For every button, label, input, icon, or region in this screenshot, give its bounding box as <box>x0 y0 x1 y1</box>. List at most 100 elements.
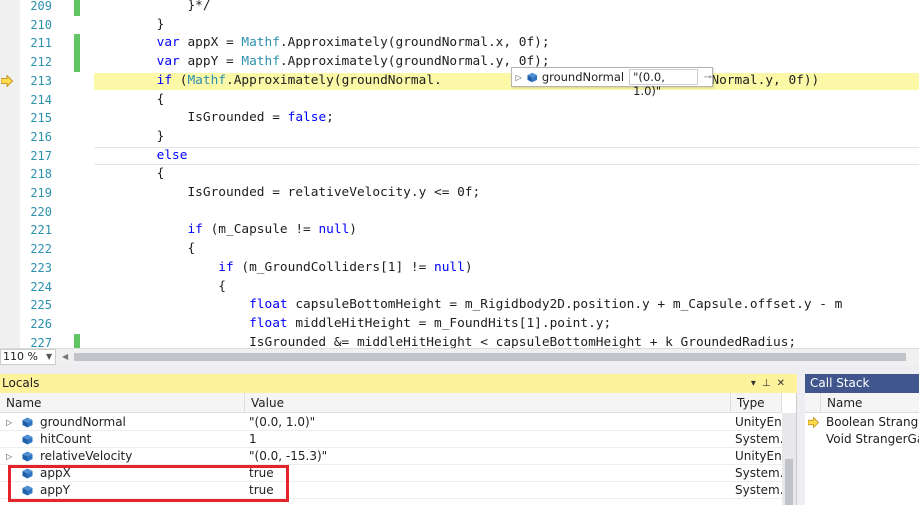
line-number: 217 <box>30 148 52 163</box>
code-token: IsGrounded = relativeVelocity.y <= 0f; <box>95 185 481 200</box>
local-value[interactable]: "(0.0, 1.0)" <box>249 414 727 431</box>
datatip[interactable]: ▷ groundNormal "(0.0, 1.0)" ⊸ <box>511 67 713 98</box>
code-text: else <box>95 147 188 166</box>
code-line[interactable]: 224 { <box>0 278 919 297</box>
pin-icon[interactable]: ⊸ <box>704 72 712 83</box>
local-type: System.Boolean <box>735 483 782 497</box>
code-line[interactable]: 216 } <box>0 128 919 147</box>
local-name: hitCount <box>40 432 92 446</box>
expand-arrow-icon[interactable]: ▷ <box>6 448 12 465</box>
code-token: float <box>95 297 288 313</box>
column-header-indicator <box>805 393 821 413</box>
local-value[interactable]: true <box>249 482 727 499</box>
splitter[interactable] <box>0 365 919 374</box>
close-icon[interactable]: ✕ <box>777 378 791 389</box>
code-line[interactable]: 218 { <box>0 165 919 184</box>
datatip-name: groundNormal <box>541 70 625 84</box>
line-number: 224 <box>30 279 52 294</box>
chevron-down-icon[interactable]: ▼ <box>46 352 52 361</box>
code-token: float <box>95 315 288 331</box>
code-token: { <box>95 278 226 294</box>
line-number: 214 <box>30 92 52 107</box>
pin-icon[interactable]: ⊥ <box>762 378 777 389</box>
code-line[interactable]: 215 IsGrounded = false; <box>0 109 919 128</box>
callstack-window: Name Boolean StrangerG Void StrangerGam <box>805 393 919 505</box>
code-token: false <box>287 110 327 126</box>
horizontal-scrollbar-thumb[interactable] <box>74 353 906 361</box>
line-number: 218 <box>30 167 52 182</box>
code-token: Mathf <box>241 54 280 70</box>
caret-line-box <box>94 146 919 166</box>
locals-row[interactable]: ▷ groundNormal "(0.0, 1.0)" UnityEngine <box>0 414 782 431</box>
callstack-row[interactable]: Boolean StrangerG <box>805 414 919 431</box>
scroll-left-icon[interactable]: ◀ <box>62 352 68 361</box>
local-value[interactable]: "(0.0, -15.3)" <box>249 448 727 465</box>
local-type: System.Int32 <box>735 432 782 446</box>
code-text: } <box>95 16 165 35</box>
code-token: ) <box>464 259 473 275</box>
code-token: appX = <box>179 35 242 51</box>
code-line[interactable]: 217 else <box>0 146 919 166</box>
code-line[interactable]: 211 var appX = Mathf.Approximately(groun… <box>0 34 919 54</box>
code-line[interactable]: 219 IsGrounded = relativeVelocity.y <= 0… <box>0 184 919 203</box>
code-line[interactable]: 213 if (Mathf.Approximately(groundNormal… <box>0 72 919 91</box>
code-token: (m_GroundColliders[1] != <box>233 259 435 275</box>
code-token: else <box>95 147 188 163</box>
expand-arrow-icon[interactable]: ▷ <box>512 73 525 82</box>
code-token: if <box>95 222 203 238</box>
code-line[interactable]: 223 if (m_GroundColliders[1] != null) <box>0 259 919 278</box>
code-line[interactable]: 212 var appY = Mathf.Approximately(groun… <box>0 53 919 72</box>
code-line[interactable]: 214 { <box>0 91 919 110</box>
window-position-icon[interactable]: ▾ <box>751 378 762 389</box>
code-token: var <box>95 35 180 51</box>
code-line[interactable]: 222 { <box>0 240 919 259</box>
local-value[interactable]: 1 <box>249 431 727 448</box>
local-name: relativeVelocity <box>40 449 133 463</box>
line-number: 227 <box>30 335 52 348</box>
code-editor[interactable]: 209 }*/210 } 211 var appX = Mathf.Approxi… <box>0 0 919 348</box>
code-line[interactable]: 221 if (m_Capsule != null) <box>0 221 919 240</box>
code-token: middleHitHeight = m_FoundHits[1].point.y… <box>287 315 612 331</box>
code-token: } <box>95 128 165 144</box>
locals-row[interactable]: ▷ relativeVelocity "(0.0, -15.3)" UnityEngi… <box>0 448 782 465</box>
locals-title: Locals <box>2 376 40 390</box>
local-value[interactable]: true <box>249 465 727 482</box>
code-text: IsGrounded &= middleHitHeight < capsuleB… <box>95 334 796 348</box>
instruction-pointer-arrow-icon[interactable] <box>1 74 13 87</box>
code-line[interactable]: 210 } <box>0 16 919 35</box>
code-line[interactable]: 225 float capsuleBottomHeight = m_Rigidb… <box>0 296 919 315</box>
datatip-value[interactable]: "(0.0, 1.0)" <box>629 69 698 98</box>
change-marker <box>74 53 80 72</box>
callstack-row[interactable]: Void StrangerGam <box>805 431 919 448</box>
code-token: { <box>95 166 165 182</box>
code-token: var <box>95 54 180 70</box>
expand-arrow-icon[interactable]: ▷ <box>6 414 12 431</box>
vertical-scrollbar[interactable] <box>782 413 796 505</box>
column-header-name[interactable]: Name <box>0 393 245 413</box>
locals-title-bar[interactable]: Locals ▾⊥✕ <box>0 374 797 393</box>
code-token: ) <box>349 222 357 238</box>
line-number: 215 <box>30 111 52 126</box>
callstack-title: Call Stack <box>810 376 870 390</box>
frame-name: Void StrangerGam <box>826 432 919 446</box>
code-line[interactable]: 227 IsGrounded &= middleHitHeight < caps… <box>0 333 919 348</box>
code-line[interactable]: 220 <box>0 203 919 222</box>
code-text: if (m_Capsule != null) <box>95 221 357 240</box>
locals-row[interactable]: hitCount 1 System.Int32 <box>0 431 782 448</box>
vertical-scrollbar-thumb[interactable] <box>785 459 793 505</box>
line-number: 210 <box>30 17 52 32</box>
column-header-name[interactable]: Name <box>821 393 919 413</box>
code-token: Mathf <box>187 72 226 88</box>
local-type: UnityEngine <box>735 415 782 429</box>
code-text: float capsuleBottomHeight = m_Rigidbody2… <box>95 296 842 315</box>
line-number: 212 <box>30 55 52 70</box>
panel-gap <box>797 374 805 505</box>
column-header-value[interactable]: Value <box>245 393 731 413</box>
code-line[interactable]: 209 }*/ <box>0 0 919 16</box>
code-token: ; <box>326 110 334 126</box>
code-line[interactable]: 226 float middleHitHeight = m_FoundHits[… <box>0 315 919 334</box>
callstack-title-bar[interactable]: Call Stack <box>805 374 919 393</box>
field-cube-icon <box>22 417 33 428</box>
column-header-type[interactable]: Type <box>731 393 782 413</box>
code-token: IsGrounded = <box>95 110 288 126</box>
